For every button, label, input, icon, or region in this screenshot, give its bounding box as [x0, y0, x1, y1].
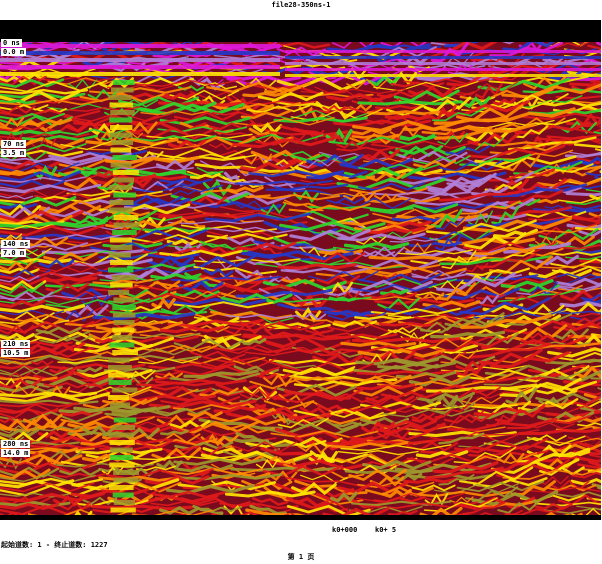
anomaly-column-cell — [108, 365, 132, 370]
depth-label-m: 0.0 m — [1, 48, 27, 56]
anomaly-column-cell — [109, 237, 132, 243]
anomaly-column-cell — [110, 147, 132, 153]
file-title: file28-350ns-1 — [271, 1, 331, 9]
depth-label-ns: 70 ns — [1, 140, 27, 148]
anomaly-column-cell — [109, 402, 131, 408]
anomaly-column-cell — [111, 87, 134, 93]
bottom-black-band — [0, 515, 601, 520]
anomaly-column-cell — [108, 267, 134, 273]
anomaly-column-cell — [113, 470, 139, 475]
anomaly-column-cell — [113, 500, 136, 505]
anomaly-column-cell — [108, 290, 130, 295]
surface-band — [285, 68, 601, 71]
anomaly-column-cell — [108, 357, 130, 363]
trace-range-info: 起始道数: 1 - 终止道数: 1227 — [1, 541, 108, 549]
surface-band — [285, 56, 601, 59]
depth-label-m: 3.5 m — [1, 149, 27, 157]
radar-profile — [0, 20, 601, 520]
anomaly-column-cell — [113, 297, 135, 303]
depth-label-ns: 0 ns — [1, 39, 22, 47]
anomaly-column-cell — [113, 477, 139, 483]
anomaly-column-cell — [112, 305, 136, 310]
depth-label-ns: 280 ns — [1, 440, 31, 448]
anomaly-column-cell — [109, 440, 135, 445]
anomaly-column-cell — [110, 132, 133, 138]
depth-label-ns: 140 ns — [1, 240, 31, 248]
anomaly-column-cell — [109, 462, 135, 468]
depth-label-m: 7.0 m — [1, 249, 27, 257]
anomaly-column-cell — [112, 155, 138, 160]
anomaly-column-cell — [113, 177, 135, 183]
anomaly-column-cell — [109, 185, 133, 190]
anomaly-column-cell — [112, 312, 136, 318]
anomaly-column-cell — [112, 492, 134, 498]
anomaly-column-cell — [113, 425, 136, 430]
distance-label-start: k0+000 — [332, 526, 358, 534]
anomaly-column-cell — [113, 417, 137, 423]
anomaly-column-cell — [111, 140, 134, 145]
anomaly-column-cell — [113, 215, 139, 220]
anomaly-column-cell — [108, 380, 132, 385]
anomaly-column-cell — [108, 485, 134, 490]
anomaly-column-cell — [112, 387, 138, 393]
anomaly-column-cell — [111, 410, 137, 415]
anomaly-column-cell — [110, 507, 136, 513]
anomaly-column-cell — [110, 245, 133, 250]
surface-band — [285, 50, 601, 53]
anomaly-column-cell — [108, 432, 134, 438]
surface-band — [0, 72, 280, 76]
anomaly-column-cell — [110, 125, 133, 130]
surface-band — [0, 65, 280, 69]
depth-label-m: 10.5 m — [1, 349, 31, 357]
surface-band — [285, 74, 601, 77]
anomaly-column-cell — [112, 80, 135, 85]
anomaly-column-cell — [110, 162, 132, 168]
distance-label-5: k0+ 5 — [375, 526, 397, 534]
anomaly-column-cell — [109, 117, 133, 123]
anomaly-column-cell — [109, 200, 134, 205]
anomaly-column-cell — [112, 335, 133, 340]
anomaly-column-cell — [113, 320, 135, 325]
anomaly-column-cell — [112, 230, 137, 235]
anomaly-column-cell — [109, 102, 133, 108]
anomaly-column-cell — [108, 372, 133, 378]
anomaly-column-cell — [110, 447, 133, 453]
anomaly-column-cell — [108, 95, 132, 100]
surface-band — [0, 51, 280, 55]
anomaly-column-cell — [109, 207, 133, 213]
anomaly-column-cell — [112, 275, 137, 280]
anomaly-column-cell — [112, 327, 135, 333]
depth-label-m: 14.0 m — [1, 449, 31, 457]
anomaly-column-cell — [110, 455, 134, 460]
anomaly-column-cell — [109, 342, 135, 348]
anomaly-column-cell — [112, 170, 139, 175]
anomaly-column-cell — [110, 260, 133, 265]
anomaly-column-cell — [110, 110, 135, 115]
depth-label-ns: 210 ns — [1, 340, 31, 348]
top-black-band — [0, 20, 601, 42]
anomaly-column-cell — [108, 252, 131, 258]
surface-band — [0, 58, 280, 62]
anomaly-column-cell — [113, 222, 140, 228]
surface-band — [0, 44, 280, 48]
anomaly-column-cell — [112, 350, 138, 355]
anomaly-column-cell — [110, 282, 133, 288]
anomaly-column-cell — [108, 395, 129, 400]
surface-band — [285, 62, 601, 65]
radar-profile-canvas — [0, 20, 601, 520]
anomaly-column-cell — [113, 192, 137, 198]
page-number: 第 1 页 — [287, 553, 315, 561]
